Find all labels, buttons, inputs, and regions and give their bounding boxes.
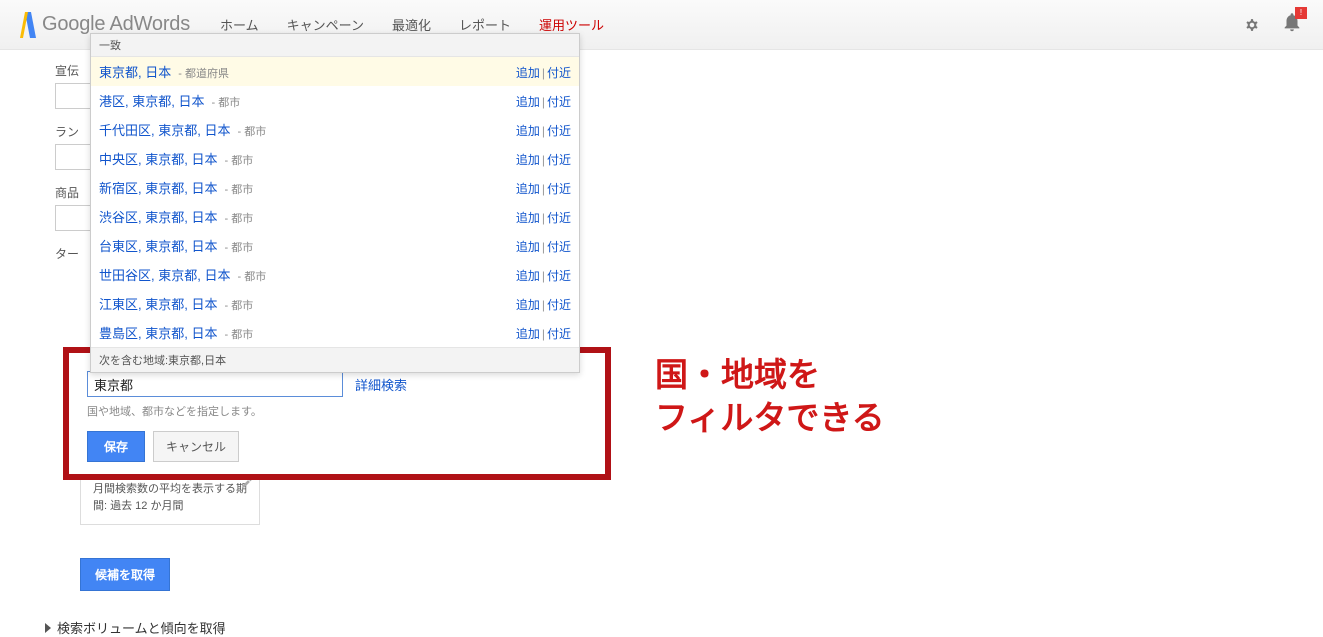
nearby-link[interactable]: 付近	[547, 298, 571, 312]
nearby-link[interactable]: 付近	[547, 153, 571, 167]
location-actions: 追加|付近	[516, 180, 571, 197]
location-type: - 都市	[221, 184, 253, 196]
add-link[interactable]: 追加	[516, 327, 540, 341]
dropdown-footer: 次を含む地域:東京都,日本	[91, 347, 579, 372]
location-actions: 追加|付近	[516, 296, 571, 313]
location-actions: 追加|付近	[516, 209, 571, 226]
location-suggestion[interactable]: 世田谷区, 東京都, 日本 - 都市 追加|付近	[91, 260, 579, 289]
location-suggestion[interactable]: 渋谷区, 東京都, 日本 - 都市 追加|付近	[91, 202, 579, 231]
nearby-link[interactable]: 付近	[547, 269, 571, 283]
nav-home[interactable]: ホーム	[220, 15, 259, 34]
add-link[interactable]: 追加	[516, 182, 540, 196]
main-nav: ホーム キャンペーン 最適化 レポート 運用ツール	[220, 15, 604, 34]
nearby-link[interactable]: 付近	[547, 327, 571, 341]
add-link[interactable]: 追加	[516, 124, 540, 138]
location-type: - 都市	[221, 329, 253, 341]
location-name: 千代田区, 東京都, 日本	[99, 123, 230, 138]
add-link[interactable]: 追加	[516, 269, 540, 283]
location-actions: 追加|付近	[516, 122, 571, 139]
location-type: - 都市	[221, 242, 253, 254]
add-link[interactable]: 追加	[516, 95, 540, 109]
location-type: - 都市	[234, 126, 266, 138]
add-link[interactable]: 追加	[516, 211, 540, 225]
location-type: - 都市	[221, 213, 253, 225]
nearby-link[interactable]: 付近	[547, 182, 571, 196]
add-link[interactable]: 追加	[516, 298, 540, 312]
add-link[interactable]: 追加	[516, 66, 540, 80]
get-ideas-button[interactable]: 候補を取得	[80, 558, 170, 591]
location-name: 中央区, 東京都, 日本	[99, 152, 217, 167]
location-actions: 追加|付近	[516, 325, 571, 342]
location-suggestion[interactable]: 台東区, 東京都, 日本 - 都市 追加|付近	[91, 231, 579, 260]
nearby-link[interactable]: 付近	[547, 66, 571, 80]
location-actions: 追加|付近	[516, 64, 571, 81]
location-name: 世田谷区, 東京都, 日本	[99, 268, 230, 283]
annotation-text: 国・地域を フィルタできる	[655, 354, 885, 440]
location-suggestion[interactable]: 豊島区, 東京都, 日本 - 都市 追加|付近	[91, 318, 579, 347]
location-name: 港区, 東京都, 日本	[99, 94, 204, 109]
notifications[interactable]: !	[1281, 11, 1303, 38]
add-link[interactable]: 追加	[516, 240, 540, 254]
location-type: - 都市	[221, 155, 253, 167]
location-name: 新宿区, 東京都, 日本	[99, 181, 217, 196]
location-name: 東京都, 日本	[99, 65, 171, 80]
triangle-right-icon	[45, 623, 51, 633]
location-suggestion[interactable]: 中央区, 東京都, 日本 - 都市 追加|付近	[91, 144, 579, 173]
location-name: 江東区, 東京都, 日本	[99, 297, 217, 312]
adwords-logo-icon	[20, 12, 36, 38]
location-type: - 都市	[234, 271, 266, 283]
location-name: 豊島区, 東京都, 日本	[99, 326, 217, 341]
location-suggestion[interactable]: 千代田区, 東京都, 日本 - 都市 追加|付近	[91, 115, 579, 144]
location-name: 渋谷区, 東京都, 日本	[99, 210, 217, 225]
gear-icon[interactable]	[1241, 14, 1263, 36]
location-suggestion[interactable]: 港区, 東京都, 日本 - 都市 追加|付近	[91, 86, 579, 115]
location-type: - 都市	[208, 97, 240, 109]
advanced-search-link[interactable]: 詳細検索	[355, 375, 407, 394]
nearby-link[interactable]: 付近	[547, 240, 571, 254]
location-help-text: 国や地域、都市などを指定します。	[87, 403, 587, 419]
cancel-button[interactable]: キャンセル	[153, 431, 239, 462]
location-actions: 追加|付近	[516, 93, 571, 110]
nearby-link[interactable]: 付近	[547, 95, 571, 109]
nearby-link[interactable]: 付近	[547, 211, 571, 225]
nav-report[interactable]: レポート	[459, 15, 511, 34]
nav-campaign[interactable]: キャンペーン	[287, 15, 364, 34]
location-input[interactable]	[87, 371, 343, 397]
dropdown-list: 東京都, 日本 - 都道府県追加|付近港区, 東京都, 日本 - 都市追加|付近…	[91, 57, 579, 347]
expand-section[interactable]: 検索ボリュームと傾向を取得	[45, 618, 226, 637]
header-right: !	[1241, 11, 1303, 38]
location-suggestion[interactable]: 新宿区, 東京都, 日本 - 都市 追加|付近	[91, 173, 579, 202]
location-autocomplete: 一致 東京都, 日本 - 都道府県追加|付近港区, 東京都, 日本 - 都市追加…	[90, 33, 580, 373]
add-link[interactable]: 追加	[516, 153, 540, 167]
nav-tools[interactable]: 運用ツール	[539, 15, 604, 34]
location-type: - 都道府県	[175, 68, 229, 80]
location-actions: 追加|付近	[516, 267, 571, 284]
save-button[interactable]: 保存	[87, 431, 145, 462]
location-actions: 追加|付近	[516, 238, 571, 255]
location-suggestion[interactable]: 東京都, 日本 - 都道府県 追加|付近	[91, 57, 579, 86]
nearby-link[interactable]: 付近	[547, 124, 571, 138]
location-name: 台東区, 東京都, 日本	[99, 239, 217, 254]
bell-badge: !	[1295, 7, 1307, 19]
location-suggestion[interactable]: 江東区, 東京都, 日本 - 都市 追加|付近	[91, 289, 579, 318]
nav-optimize[interactable]: 最適化	[392, 15, 431, 34]
expand-label: 検索ボリュームと傾向を取得	[57, 618, 226, 637]
location-type: - 都市	[221, 300, 253, 312]
date-range-text: 月間検索数の平均を表示する期間: 過去 12 か月間	[93, 483, 247, 512]
location-actions: 追加|付近	[516, 151, 571, 168]
dropdown-section-label: 一致	[91, 34, 579, 57]
